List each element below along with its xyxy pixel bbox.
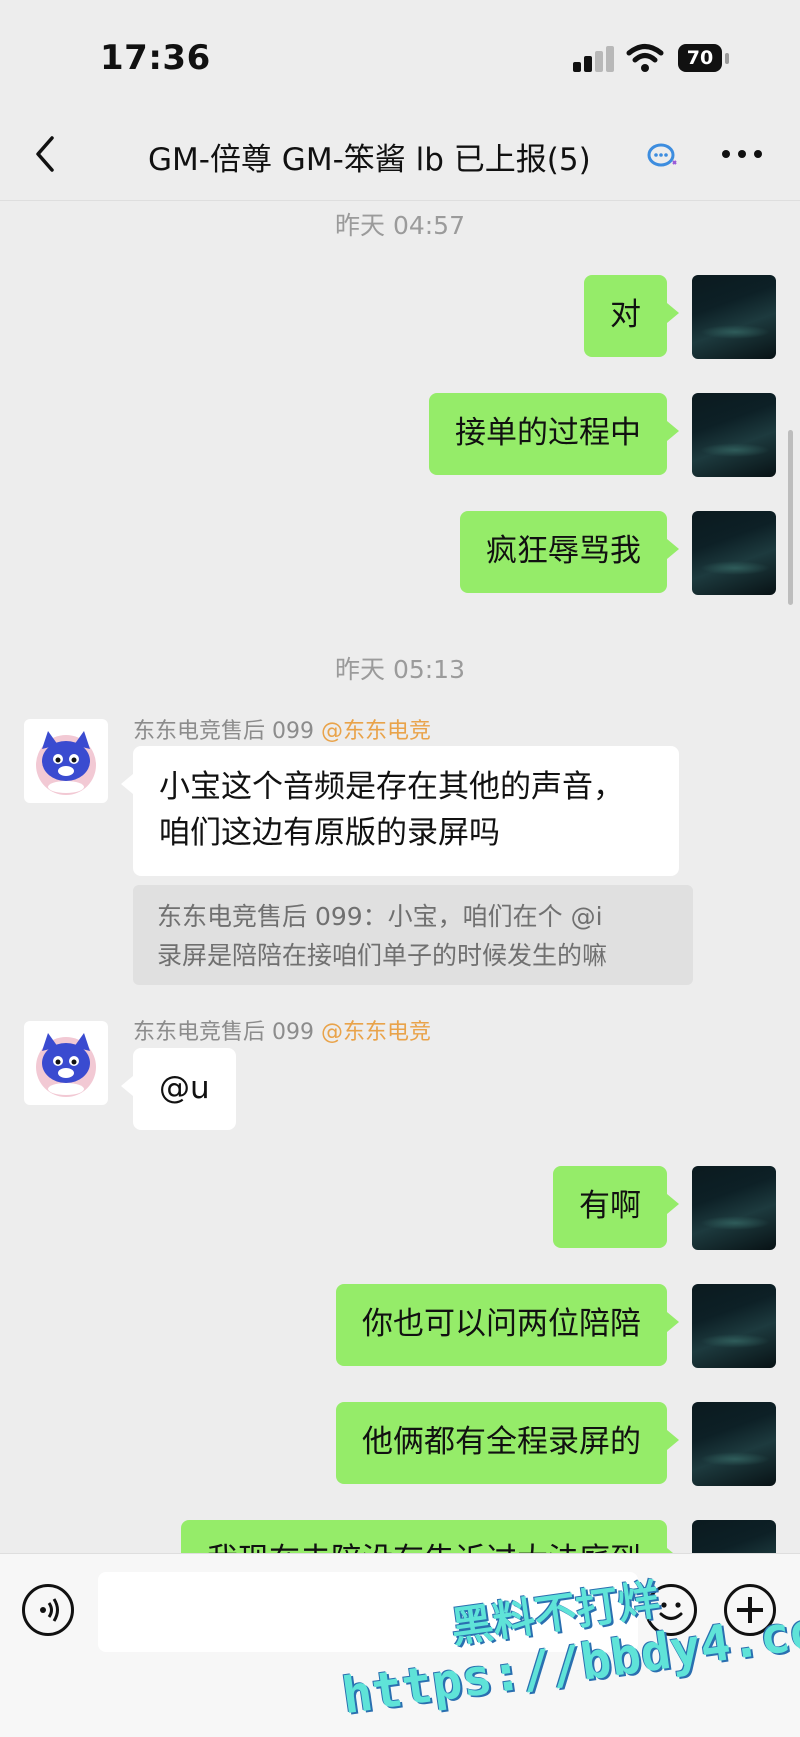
scrollbar[interactable]	[788, 430, 793, 605]
sender-line: 东东电竞售后 099 @东东电竞	[133, 1014, 431, 1046]
self-avatar[interactable]	[692, 393, 776, 477]
back-chevron-icon[interactable]	[30, 134, 60, 174]
cellular-signal-icon	[573, 46, 615, 72]
emoji-button[interactable]	[645, 1584, 697, 1636]
sender-mention[interactable]: @东东电竞	[321, 1020, 431, 1045]
contact-avatar[interactable]	[24, 1021, 108, 1105]
self-avatar[interactable]	[692, 511, 776, 595]
cat-mascot-icon	[36, 731, 96, 795]
wifi-icon	[626, 44, 664, 72]
chat-title: GM-倍尊 GM-笨酱 lb 已上报(5)	[148, 142, 591, 178]
status-time: 17:36	[100, 38, 211, 78]
message-input-bar	[0, 1553, 800, 1737]
incoming-message[interactable]: 小宝这个音频是存在其他的声音， 咱们这边有原版的录屏吗	[121, 746, 679, 876]
voice-input-button[interactable]	[22, 1584, 74, 1636]
outgoing-message[interactable]: 对	[584, 275, 679, 357]
self-avatar[interactable]	[692, 1402, 776, 1486]
contact-avatar[interactable]	[24, 719, 108, 803]
self-avatar[interactable]	[692, 1284, 776, 1368]
battery-level: 70	[678, 44, 722, 72]
sender-mention[interactable]: @东东电竞	[321, 719, 431, 744]
quoted-reply[interactable]: 东东电竞售后 099：小宝，咱们在个 @i 录屏是陪陪在接咱们单子的时候发生的嘛	[133, 885, 693, 985]
quote-line: 东东电竞售后 099：小宝，咱们在个 @i	[157, 902, 603, 931]
message-text-field[interactable]	[98, 1572, 638, 1652]
sender-line: 东东电竞售后 099 @东东电竞	[133, 713, 431, 745]
battery-icon: 70	[678, 44, 730, 74]
outgoing-message[interactable]: 接单的过程中	[429, 393, 679, 475]
message-line: 咱们这边有原版的录屏吗	[159, 815, 500, 851]
message-line: 小宝这个音频是存在其他的声音，	[159, 769, 624, 805]
chat-header: GM-倍尊 GM-笨酱 lb 已上报(5)	[0, 110, 800, 201]
quote-line: 录屏是陪陪在接咱们单子的时候发生的嘛	[157, 941, 608, 970]
cat-mascot-icon	[36, 1033, 96, 1097]
sender-name: 东东电竞售后 099	[133, 1020, 314, 1045]
timestamp: 昨天 04:57	[335, 211, 465, 240]
smiley-icon	[659, 1602, 683, 1620]
incoming-message[interactable]: @u	[121, 1048, 236, 1130]
outgoing-message[interactable]: 有啊	[553, 1166, 679, 1248]
self-avatar[interactable]	[692, 1166, 776, 1250]
more-options-icon[interactable]	[722, 150, 766, 162]
status-bar: 17:36 70	[0, 0, 800, 110]
outgoing-message[interactable]: 你也可以问两位陪陪	[336, 1284, 679, 1366]
group-chat-bubble-icon	[647, 143, 677, 167]
outgoing-message[interactable]: 他俩都有全程录屏的	[336, 1402, 679, 1484]
timestamp: 昨天 05:13	[335, 655, 465, 684]
voice-icon	[40, 1598, 59, 1622]
sender-name: 东东电竞售后 099	[133, 719, 314, 744]
self-avatar[interactable]	[692, 275, 776, 359]
add-attachment-button[interactable]	[724, 1584, 776, 1636]
outgoing-message[interactable]: 疯狂辱骂我	[460, 511, 679, 593]
